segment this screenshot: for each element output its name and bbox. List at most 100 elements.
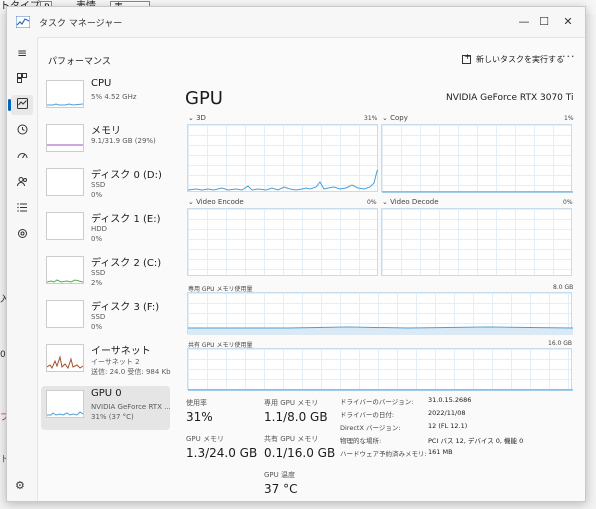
nav-startup[interactable] [11, 147, 33, 167]
gpu-memory-label: GPU メモリ [186, 435, 224, 443]
shared-memory-stat-value: 0.1/16.0 GB [264, 446, 336, 460]
device-thumbnail-graph [46, 168, 84, 196]
settings-gear-icon[interactable]: ⚙ [15, 479, 25, 492]
device-name: CPU [91, 78, 112, 89]
engine-copy-label[interactable]: ⌄ Copy [382, 114, 408, 122]
engine-video-decode-percent: 0% [563, 199, 573, 206]
nav-performance[interactable] [8, 95, 33, 115]
device-name: ディスク 2 (C:) [91, 258, 162, 269]
nav-details[interactable] [11, 199, 33, 219]
title-bar[interactable]: タスク マネージャー — ☐ ✕ [7, 7, 585, 37]
engine-video-decode-graph [381, 208, 572, 276]
device-item-gpu-0[interactable]: GPU 0 NVIDIA GeForce RTX ... 31% (37 °C) [41, 386, 171, 430]
shared-memory-graph [187, 348, 573, 391]
device-detail: 2% [91, 279, 103, 287]
property-key: ドライバーのバージョン: [340, 398, 414, 406]
usage-value: 31% [186, 410, 213, 424]
property-value: PCI バス 12, デバイス 0, 機能 0 [428, 437, 524, 445]
window-title: タスク マネージャー [39, 19, 123, 29]
run-new-task-label: 新しいタスクを実行する [476, 54, 564, 64]
device-name: イーサネット [91, 346, 151, 357]
device-detail: 0% [91, 191, 103, 199]
more-options-button[interactable]: ··· [562, 50, 576, 63]
device-thumbnail-graph [46, 212, 84, 240]
device-thumbnail-graph [46, 124, 84, 152]
device-item-disk-3[interactable]: ディスク 3 (F:) SSD 0% [41, 296, 170, 340]
nav-app-history[interactable] [11, 121, 33, 141]
dedicated-memory-stat-value: 1.1/8.0 GB [264, 410, 328, 424]
nav-services[interactable] [11, 225, 33, 245]
startup-gauge-icon [17, 153, 27, 159]
device-item-memory[interactable]: メモリ 9.1/31.9 GB (29%) [41, 120, 170, 164]
property-key: 物理的な場所: [340, 437, 382, 445]
device-name: ディスク 1 (E:) [91, 214, 161, 225]
engine-copy-percent: 1% [564, 115, 574, 122]
task-manager-app-icon [16, 16, 30, 28]
shared-memory-max: 16.0 GB [548, 340, 573, 347]
engine-video-decode-label[interactable]: ⌄ Video Decode [382, 198, 439, 206]
device-detail: イーサネット 2 [91, 358, 140, 366]
device-detail: 5% 4.52 GHz [91, 93, 137, 101]
dedicated-memory-graph [187, 292, 573, 335]
device-item-cpu[interactable]: CPU 5% 4.52 GHz [41, 76, 170, 120]
engine-video-encode-label[interactable]: ⌄ Video Encode [188, 198, 244, 206]
dedicated-memory-stat-label: 専用 GPU メモリ [264, 399, 319, 407]
engine-video-encode-graph [187, 208, 378, 276]
close-button[interactable]: ✕ [557, 13, 579, 31]
device-name: ディスク 0 (D:) [91, 170, 162, 181]
shared-memory-stat-label: 共有 GPU メモリ [264, 435, 319, 443]
device-list: CPU 5% 4.52 GHz メモリ 9.1/31.9 GB (29%) ディ… [38, 76, 178, 476]
device-name: ディスク 3 (F:) [91, 302, 160, 313]
maximize-button[interactable]: ☐ [533, 13, 555, 31]
device-item-disk-2[interactable]: ディスク 2 (C:) SSD 2% [41, 252, 170, 296]
device-detail: HDD [91, 225, 108, 233]
device-name: メモリ [91, 126, 121, 137]
minimize-button[interactable]: — [513, 13, 535, 31]
gpu-temperature-label: GPU 温度 [264, 471, 295, 479]
gpu-memory-value: 1.3/24.0 GB [186, 446, 258, 460]
device-detail: 0% [91, 323, 103, 331]
property-value: 31.0.15.2686 [428, 396, 472, 404]
property-key: ドライバーの日付: [340, 411, 395, 419]
device-item-disk-1[interactable]: ディスク 1 (E:) HDD 0% [41, 208, 170, 252]
device-detail: SSD [91, 181, 106, 189]
nav-rail: ≡ [7, 37, 37, 501]
device-detail: 31% (37 °C) [91, 413, 134, 421]
device-item-disk-0[interactable]: ディスク 0 (D:) SSD 0% [41, 164, 170, 208]
users-icon [16, 177, 27, 187]
nav-users[interactable] [11, 173, 33, 193]
device-thumbnail-graph [46, 256, 84, 284]
engine-video-encode-percent: 0% [367, 199, 377, 206]
task-manager-window: タスク マネージャー — ☐ ✕ ≡ パフォーマンス 新し [6, 6, 586, 502]
processes-icon [17, 73, 27, 83]
background-edge-char: 0 [0, 350, 6, 360]
device-item-ethernet[interactable]: イーサネット イーサネット 2 送信: 24.0 受信: 984 Kb [41, 340, 171, 384]
run-new-task-button[interactable]: 新しいタスクを実行する [462, 50, 564, 68]
device-thumbnail-graph [46, 300, 84, 328]
device-detail: NVIDIA GeForce RTX ... [91, 403, 171, 411]
history-icon [17, 124, 27, 135]
property-key: DirectX バージョン: [340, 424, 401, 432]
gpu-temperature-value: 37 °C [264, 482, 298, 496]
device-thumbnail-graph [46, 80, 84, 108]
device-detail: SSD [91, 269, 106, 277]
page-title: パフォーマンス [48, 57, 111, 67]
device-detail: SSD [91, 313, 106, 321]
gpu-heading: GPU [185, 88, 223, 109]
property-value: 161 MB [428, 448, 453, 456]
property-value: 12 (FL 12.1) [428, 422, 468, 430]
device-name: GPU 0 [91, 388, 122, 399]
device-detail: 0% [91, 235, 103, 243]
device-detail: 送信: 24.0 受信: 984 Kb [91, 368, 171, 376]
hamburger-menu-icon[interactable]: ≡ [11, 43, 33, 63]
usage-label: 使用率 [186, 399, 207, 407]
engine-3d-label[interactable]: ⌄ 3D [188, 114, 206, 122]
performance-page: パフォーマンス 新しいタスクを実行する ··· CPU 5% 4.52 GHz … [37, 37, 585, 501]
dedicated-memory-max: 8.0 GB [553, 284, 574, 291]
nav-processes[interactable] [11, 69, 33, 89]
device-detail: 9.1/31.9 GB (29%) [91, 137, 156, 145]
engine-3d-percent: 31% [364, 115, 378, 122]
property-value: 2022/11/08 [428, 409, 466, 417]
services-puzzle-icon [17, 229, 27, 238]
performance-icon [16, 98, 28, 109]
